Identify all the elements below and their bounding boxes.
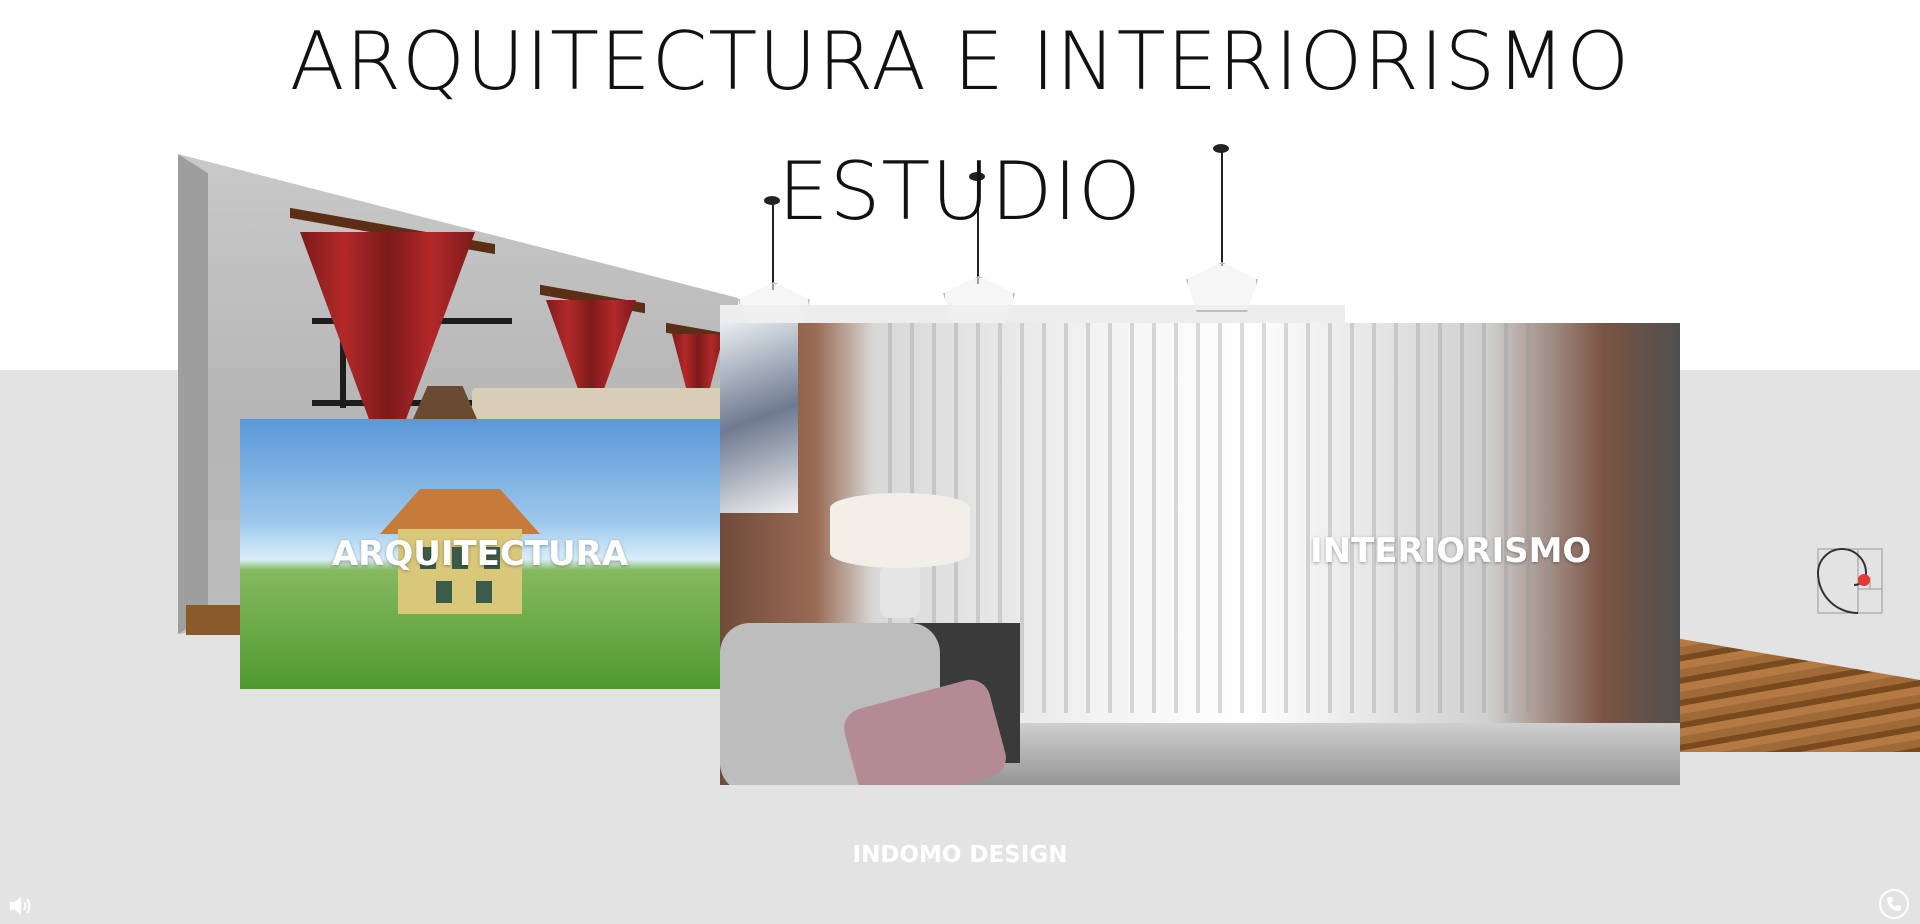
arquitectura-label: ARQUITECTURA [331, 534, 629, 574]
brand-name: INDOMO DESIGN [852, 842, 1068, 868]
house-window [476, 581, 492, 603]
wall-painting [720, 323, 798, 513]
house-roof [380, 489, 540, 534]
phone-icon[interactable] [1878, 888, 1910, 920]
house-window [436, 581, 452, 603]
back-wall [720, 305, 1345, 325]
pendant-lamp-icon [943, 276, 1015, 326]
page-subtitle: ESTUDIO [778, 145, 1142, 238]
speaker-icon[interactable] [8, 894, 34, 918]
left-floor-wood [186, 605, 246, 635]
arquitectura-card[interactable]: ARQUITECTURA [240, 419, 720, 689]
interiorismo-label: INTERIORISMO [1310, 531, 1592, 571]
pendant-lamp-icon [1186, 262, 1258, 312]
page-title: ARQUITECTURA E INTERIORISMO [289, 15, 1631, 108]
golden-spiral-icon[interactable] [1816, 547, 1884, 615]
interiorismo-card[interactable]: INTERIORISMO [720, 323, 1680, 785]
bedside-lamp-shade [830, 493, 970, 568]
bedside-lamp-base [880, 563, 920, 618]
